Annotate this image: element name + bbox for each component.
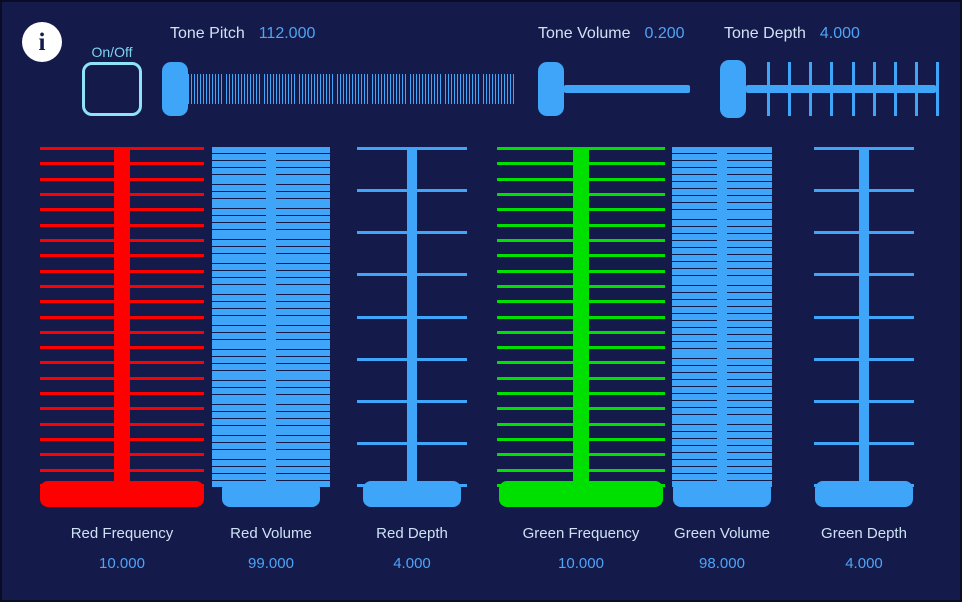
green-volume-readout: Green Volume 98.000	[642, 524, 802, 574]
red-frequency-knob[interactable]	[40, 481, 204, 507]
tone-volume-knob[interactable]	[538, 62, 564, 116]
tone-volume-value: 0.200	[644, 25, 685, 42]
control-panel-window: i On/Off Tone Pitch 112.000 Tone Volume 0.…	[0, 0, 962, 602]
green-depth-value: 4.000	[845, 555, 883, 572]
red-depth-knob[interactable]	[363, 481, 461, 507]
green-volume-slider[interactable]	[672, 147, 772, 507]
info-icon[interactable]: i	[22, 22, 62, 62]
tone-depth-ticks	[746, 60, 939, 118]
green-depth-slider[interactable]	[814, 147, 914, 507]
red-volume-knob[interactable]	[222, 481, 320, 507]
green-volume-track[interactable]	[717, 147, 727, 487]
tone-pitch-value: 112.000	[258, 25, 316, 42]
tone-pitch-ticks	[188, 62, 516, 116]
red-volume-slider[interactable]	[212, 147, 330, 507]
red-depth-track[interactable]	[407, 147, 417, 487]
green-volume-value: 98.000	[699, 555, 745, 572]
tone-depth-knob[interactable]	[720, 60, 746, 118]
tone-pitch-label: Tone Pitch	[170, 25, 245, 42]
red-volume-track[interactable]	[266, 147, 276, 487]
red-depth-slider[interactable]	[357, 147, 467, 507]
tone-volume-track[interactable]	[564, 85, 690, 93]
tone-pitch-slider[interactable]	[162, 62, 516, 116]
tone-pitch-title: Tone Pitch 112.000	[170, 25, 315, 43]
green-depth-track[interactable]	[859, 147, 869, 487]
green-volume-label: Green Volume	[674, 525, 770, 542]
tone-volume-title: Tone Volume 0.200	[538, 25, 685, 43]
tone-volume-slider[interactable]	[538, 62, 690, 116]
tone-depth-label: Tone Depth	[724, 25, 806, 42]
green-frequency-knob[interactable]	[499, 481, 663, 507]
onoff-control: On/Off	[81, 44, 143, 116]
green-depth-label: Green Depth	[821, 525, 907, 542]
tone-depth-title: Tone Depth 4.000	[724, 25, 860, 43]
tone-depth-value: 4.000	[819, 25, 860, 42]
green-depth-readout: Green Depth 4.000	[784, 524, 944, 574]
green-depth-knob[interactable]	[815, 481, 913, 507]
tone-pitch-knob[interactable]	[162, 62, 188, 116]
onoff-checkbox[interactable]	[82, 62, 142, 116]
green-volume-knob[interactable]	[673, 481, 771, 507]
onoff-label: On/Off	[91, 44, 133, 60]
tone-volume-label: Tone Volume	[538, 25, 631, 42]
info-icon-glyph: i	[38, 28, 46, 56]
green-frequency-track[interactable]	[573, 147, 589, 487]
red-frequency-slider[interactable]	[40, 147, 204, 507]
red-frequency-track[interactable]	[114, 147, 130, 487]
tone-depth-slider[interactable]	[720, 60, 939, 118]
green-frequency-slider[interactable]	[497, 147, 665, 507]
